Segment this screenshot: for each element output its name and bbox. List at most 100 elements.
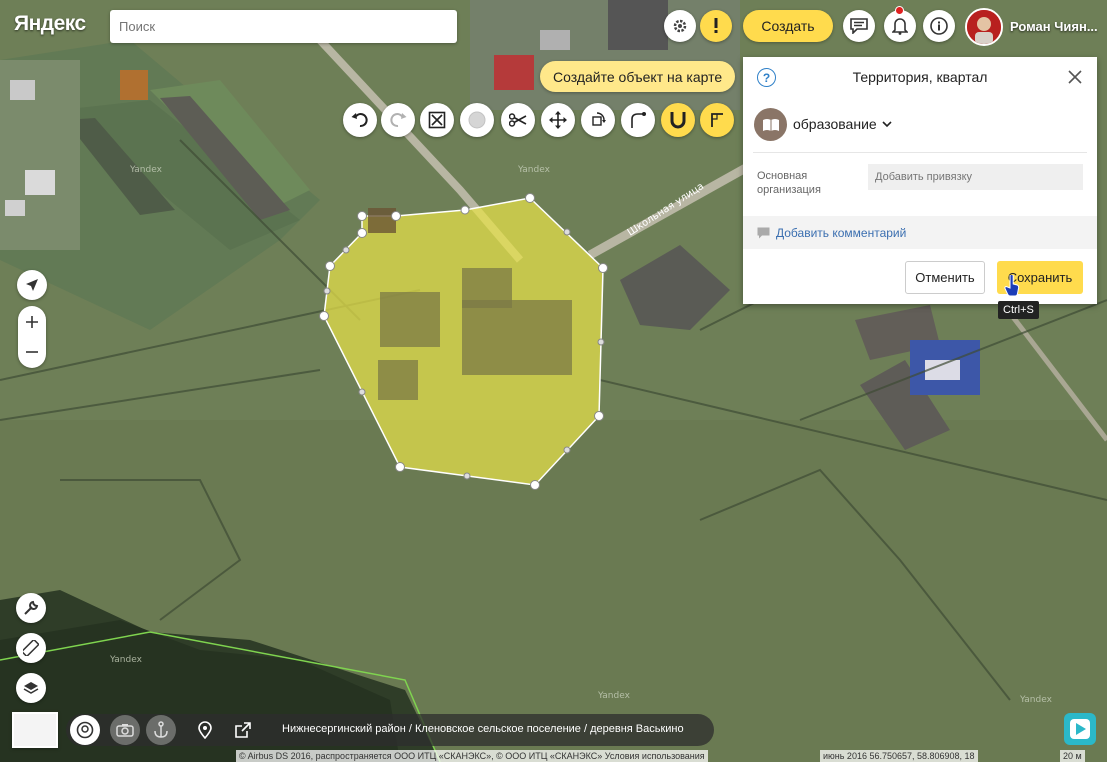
exclamation-icon <box>714 18 718 33</box>
info-icon <box>930 17 948 35</box>
delete-object-icon <box>428 111 446 129</box>
snap-magnet-button[interactable] <box>661 103 695 137</box>
location-breadcrumb[interactable]: Нижнесергинский район / Кленовское сельс… <box>282 723 684 735</box>
main-organization-label: Основная организация <box>757 170 821 196</box>
curve-icon <box>631 112 646 128</box>
transport-button[interactable] <box>146 715 176 745</box>
polygon-vertex[interactable] <box>357 211 367 221</box>
bell-icon <box>892 18 908 35</box>
map-pin-icon <box>198 721 212 739</box>
polygon-vertex[interactable] <box>357 228 367 238</box>
photos-button[interactable] <box>110 715 140 745</box>
polygon-vertex[interactable] <box>395 462 405 472</box>
anchor-icon <box>154 721 168 738</box>
alert-button[interactable] <box>700 10 732 42</box>
move-icon <box>549 111 567 129</box>
category-select[interactable]: образование <box>793 116 892 132</box>
add-comment-label: Добавить комментарий <box>776 225 907 240</box>
avatar[interactable] <box>965 8 1003 46</box>
redo-icon <box>390 113 407 128</box>
map-watermark: Yandex <box>1019 695 1053 705</box>
polygon-vertex[interactable] <box>594 411 604 421</box>
create-object-hint: Создайте объект на карте <box>540 61 736 92</box>
undo-button[interactable] <box>343 103 377 137</box>
create-button[interactable]: Создать <box>743 10 833 42</box>
tools-button[interactable] <box>16 593 46 623</box>
cancel-button[interactable]: Отменить <box>905 261 985 294</box>
polygon-vertex[interactable] <box>530 480 540 490</box>
angle-snap-button[interactable] <box>700 103 734 137</box>
chat-icon <box>850 18 868 34</box>
polygon-midpoint[interactable] <box>358 388 366 396</box>
support-chat-button[interactable] <box>1064 713 1096 745</box>
layers-icon <box>23 682 39 694</box>
polygon-midpoint[interactable] <box>597 338 605 346</box>
rotate-icon <box>592 112 606 126</box>
polygon-vertex[interactable] <box>598 263 608 273</box>
polygon-vertex[interactable] <box>460 205 470 215</box>
zoom-out-button[interactable] <box>18 337 46 367</box>
wrench-icon <box>24 600 39 615</box>
close-icon[interactable] <box>1065 67 1085 87</box>
undo-icon <box>351 113 368 128</box>
user-name[interactable]: Роман Чиян... <box>1010 19 1098 34</box>
object-edit-panel: ? Территория, квартал образование Основн… <box>743 57 1097 304</box>
move-tool-button[interactable] <box>541 103 575 137</box>
imagery-date-coordinates: июнь 2016 56.750657, 58.806908, 18 <box>820 750 978 762</box>
save-shortcut-tooltip: Ctrl+S <box>998 301 1039 319</box>
map-watermark: Yandex <box>129 165 163 175</box>
gear-icon <box>673 19 687 33</box>
ruler-icon <box>23 640 39 656</box>
magnet-icon <box>670 112 686 129</box>
circle-icon <box>468 111 486 129</box>
angle-icon <box>711 113 723 127</box>
delete-object-button[interactable] <box>420 103 454 137</box>
polygon-vertex[interactable] <box>319 311 329 321</box>
cut-tool-button[interactable] <box>501 103 535 137</box>
layers-button[interactable] <box>16 673 46 703</box>
comment-icon <box>757 227 770 238</box>
info-button[interactable] <box>923 10 955 42</box>
settings-button[interactable] <box>664 10 696 42</box>
polygon-midpoint[interactable] <box>323 287 331 295</box>
minus-icon <box>26 351 38 353</box>
polygon-midpoint[interactable] <box>463 472 471 480</box>
polygon-midpoint[interactable] <box>563 446 571 454</box>
share-button[interactable] <box>228 715 258 745</box>
polygon-vertex[interactable] <box>325 261 335 271</box>
add-comment-link[interactable]: Добавить комментарий <box>743 216 1097 249</box>
circle-tool-button[interactable] <box>460 103 494 137</box>
redo-button[interactable] <box>381 103 415 137</box>
polygon-midpoint[interactable] <box>563 228 571 236</box>
play-icon <box>1070 719 1090 739</box>
navigation-arrow-icon <box>26 279 38 291</box>
plus-icon <box>26 316 38 328</box>
map-watermark: Yandex <box>109 655 143 665</box>
rotate-tool-button[interactable] <box>581 103 615 137</box>
scissors-icon <box>509 113 527 127</box>
notification-badge <box>895 6 904 15</box>
book-icon <box>754 108 787 141</box>
polygon-vertex[interactable] <box>391 211 401 221</box>
curve-tool-button[interactable] <box>621 103 655 137</box>
minimap-button[interactable] <box>12 712 58 748</box>
polygon-midpoint[interactable] <box>342 246 350 254</box>
ruler-button[interactable] <box>16 633 46 663</box>
map-watermark: Yandex <box>517 165 551 175</box>
map-watermark: Yandex <box>597 691 631 701</box>
feedback-button[interactable] <box>843 10 875 42</box>
yandex-logo[interactable]: Яндекс <box>14 12 86 36</box>
camera-icon <box>116 724 134 737</box>
locate-me-button[interactable] <box>17 270 47 300</box>
hand-cursor-icon <box>1004 275 1020 297</box>
pin-button[interactable] <box>190 715 220 745</box>
polygon-vertex[interactable] <box>525 193 535 203</box>
zoom-in-button[interactable] <box>18 307 46 337</box>
search-input[interactable] <box>110 10 457 43</box>
copyright-text[interactable]: © Airbus DS 2016, распространяется ООО И… <box>236 750 708 762</box>
main-organization-input[interactable] <box>868 164 1083 190</box>
panorama-button[interactable] <box>70 715 100 745</box>
chevron-down-icon <box>882 120 892 127</box>
scale-bar: 20 м <box>1060 750 1085 762</box>
panel-title: Территория, квартал <box>852 69 988 85</box>
